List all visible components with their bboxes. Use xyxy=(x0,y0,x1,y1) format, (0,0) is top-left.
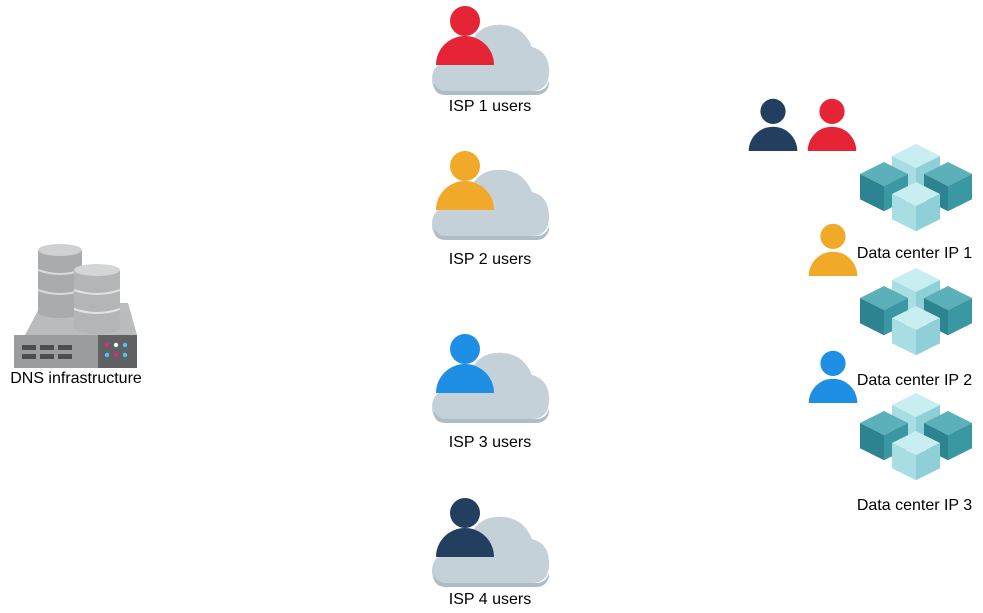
isp-label: ISP 3 users xyxy=(448,434,532,451)
isp-label: ISP 2 users xyxy=(448,251,532,268)
cloud-user-icon xyxy=(432,151,550,240)
isp-node xyxy=(432,5,550,95)
datacenter-label: Data center IP 1 xyxy=(856,245,973,262)
cloud-user-icon xyxy=(432,334,550,423)
database-server-icon xyxy=(14,244,137,368)
cloud-user-icon xyxy=(432,498,550,587)
datacenter-node xyxy=(856,268,976,368)
isp-label: ISP 1 users xyxy=(448,98,532,115)
datacenter-label: Data center IP 2 xyxy=(856,372,973,389)
server-cluster-icon xyxy=(860,393,972,481)
user-icon xyxy=(805,97,859,151)
isp-node xyxy=(432,333,550,423)
dns-label: DNS infrastructure xyxy=(10,370,142,387)
cloud-user-icon xyxy=(432,6,550,95)
datacenter-node xyxy=(856,144,976,244)
server-cluster-icon xyxy=(860,144,972,232)
datacenter-node xyxy=(856,393,976,493)
datacenter-label: Data center IP 3 xyxy=(856,497,973,514)
server-cluster-icon xyxy=(860,268,972,356)
isp-label: ISP 4 users xyxy=(448,591,532,608)
isp-node xyxy=(432,150,550,240)
user-icon xyxy=(746,97,800,151)
isp-node xyxy=(432,497,550,587)
dns-infrastructure-node xyxy=(10,240,140,370)
